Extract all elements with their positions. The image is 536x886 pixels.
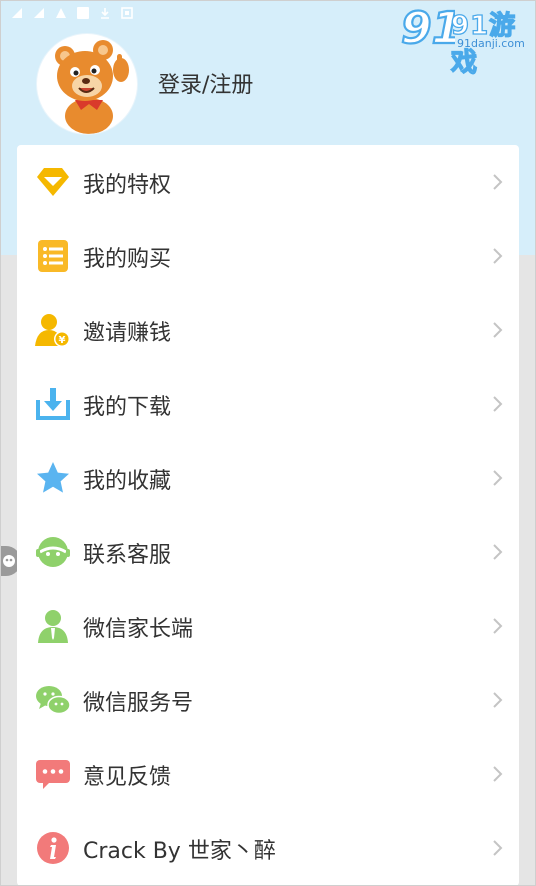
- signal-icon: [34, 8, 44, 18]
- chevron-right-icon: [493, 174, 503, 190]
- chevron-right-icon: [493, 618, 503, 634]
- menu-item-label: 微信服务号: [83, 691, 194, 716]
- customer-service-icon: [36, 537, 70, 567]
- bear-mascot-icon: [55, 40, 129, 134]
- menu-item-favorites[interactable]: 我的收藏: [17, 441, 519, 515]
- menu-item-label: 我的购买: [83, 247, 172, 272]
- chevron-right-icon: [493, 766, 503, 782]
- image-icon: [77, 7, 89, 19]
- menu-item-privileges[interactable]: 我的特权: [17, 145, 519, 219]
- wechat-icon: [36, 686, 71, 715]
- chevron-right-icon: [493, 248, 503, 264]
- download-icon: [36, 388, 70, 420]
- chevron-right-icon: [493, 470, 503, 486]
- menu-item-label: 我的下载: [83, 395, 172, 420]
- chevron-right-icon: [493, 544, 503, 560]
- login-register-link[interactable]: 登录/注册: [158, 67, 253, 99]
- menu-item-label: 邀请赚钱: [83, 321, 172, 346]
- menu-item-purchases[interactable]: 我的购买: [17, 219, 519, 293]
- menu-item-label: Crack By 世家丶醉: [83, 839, 276, 864]
- menu-item-feedback[interactable]: 意见反馈: [17, 737, 519, 811]
- menu-item-label: 联系客服: [83, 543, 172, 568]
- feedback-chat-icon: [36, 760, 70, 789]
- parent-user-icon: [38, 610, 68, 643]
- user-money-icon: ¥: [35, 314, 70, 347]
- app-frame: 91 91游戏 91danji.com 登录/注册: [0, 0, 536, 886]
- chevron-right-icon: [493, 692, 503, 708]
- chevron-right-icon: [493, 322, 503, 338]
- watermark-domain: 91danji.com: [457, 37, 525, 50]
- star-icon: [37, 462, 69, 493]
- menu-item-wechat-service[interactable]: 微信服务号: [17, 663, 519, 737]
- menu-item-label: 微信家长端: [83, 617, 194, 642]
- svg-text:91: 91: [401, 3, 455, 51]
- diamond-icon: [37, 168, 69, 196]
- signal-icon: [12, 8, 22, 18]
- menu-item-customer-service[interactable]: 联系客服: [17, 515, 519, 589]
- logo-91-icon: 91: [400, 3, 455, 51]
- avatar[interactable]: [37, 34, 137, 134]
- menu-item-wechat-parent[interactable]: 微信家长端: [17, 589, 519, 663]
- device-icon: [121, 7, 133, 19]
- status-bar: [11, 6, 133, 20]
- menu-item-label: 我的收藏: [83, 469, 172, 494]
- warning-icon: [56, 8, 66, 18]
- chevron-right-icon: [493, 396, 503, 412]
- info-icon: [37, 832, 69, 864]
- menu-item-invite-earn[interactable]: ¥ 邀请赚钱: [17, 293, 519, 367]
- menu-item-label: 我的特权: [83, 173, 172, 198]
- menu-item-about[interactable]: Crack By 世家丶醉: [17, 811, 519, 885]
- chevron-right-icon: [493, 840, 503, 856]
- menu-item-downloads[interactable]: 我的下载: [17, 367, 519, 441]
- list-icon: [38, 240, 68, 272]
- watermark-logo: 91 91游戏 91danji.com: [399, 3, 531, 79]
- menu-item-label: 意见反馈: [83, 765, 172, 790]
- download-status-icon: [101, 8, 109, 19]
- svg-text:¥: ¥: [59, 335, 66, 346]
- menu-card: 我的特权 我的购买 ¥ 邀请赚钱 我的下载 我的收藏 联系客服 微信家长端 微信…: [17, 145, 519, 885]
